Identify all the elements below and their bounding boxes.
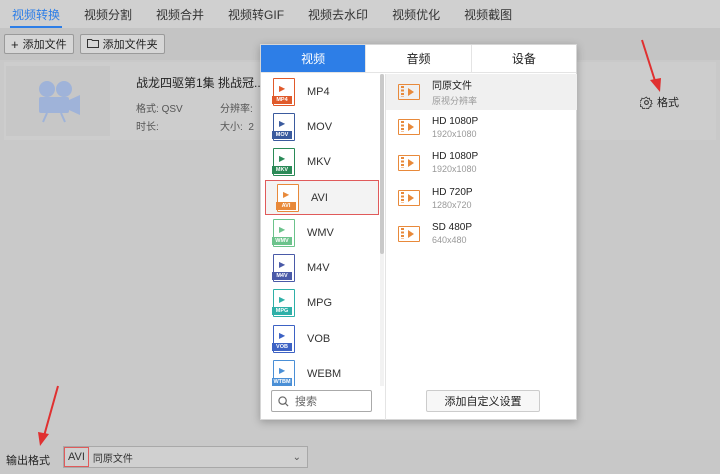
output-preset-value: 同原文件 xyxy=(92,453,133,465)
top-nav: 视频转换 视频分割 视频合并 视频转GIF 视频去水印 视频优化 视频截图 xyxy=(0,0,720,28)
format-label: VOB xyxy=(307,332,331,345)
tab-4[interactable]: 视频去水印 xyxy=(296,0,380,28)
format-label: WMV xyxy=(307,226,334,239)
file-format-icon: ▶ WMV xyxy=(272,218,295,247)
preset-item[interactable]: HD 1080P 1920x1080 xyxy=(386,145,577,181)
folder-icon xyxy=(86,38,99,51)
format-item[interactable]: ▶ MP4 MP4 xyxy=(261,74,383,109)
file-resolution-meta: 分辨率: xyxy=(220,104,253,115)
format-tag: WMV xyxy=(272,236,292,245)
output-format-value: AVI xyxy=(64,447,89,467)
format-settings-button[interactable]: 格式 xyxy=(640,94,679,110)
video-file-icon xyxy=(398,83,420,100)
preset-title: HD 1080P xyxy=(432,115,479,127)
chevron-down-icon: ⌄ xyxy=(292,452,301,463)
preset-subtitle: 原视分辨率 xyxy=(432,95,478,106)
file-format-icon: ▶ M4V xyxy=(272,254,295,283)
format-item[interactable]: ▶ M4V M4V xyxy=(261,250,383,285)
tab-1[interactable]: 视频分割 xyxy=(72,0,144,28)
format-tag: VOB xyxy=(272,342,292,351)
format-label: M4V xyxy=(307,262,330,275)
preset-title: HD 1080P xyxy=(432,151,479,163)
preset-subtitle: 1920x1080 xyxy=(432,128,477,139)
format-item[interactable]: ▶ AVI AVI xyxy=(265,179,379,216)
popup-tabs: 视频 音频 设备 xyxy=(261,45,576,73)
format-item[interactable]: ▶ MKV MKV xyxy=(261,145,383,180)
format-tag: AVI xyxy=(276,201,296,210)
search-placeholder: 搜索 xyxy=(295,396,317,408)
video-camera-icon xyxy=(39,81,80,123)
preset-list: 同原文件 原视分辨率 HD 1080P 1920x1080 HD 1080P 1920x1… xyxy=(386,74,577,252)
file-format-icon: ▶ AVI xyxy=(276,183,299,212)
file-format-icon: ▶ WTBM xyxy=(272,360,295,386)
tab-0[interactable]: 视频转换 xyxy=(0,0,72,28)
format-item[interactable]: ▶ MOV MOV xyxy=(261,109,383,144)
format-label: MOV xyxy=(307,120,333,133)
bottom-bar: 输出格式 AVI 同原文件 ⌄ xyxy=(0,440,720,474)
add-file-button[interactable]: + 添加文件 xyxy=(4,34,74,54)
format-label: MKV xyxy=(307,156,331,169)
format-tag: WTBM xyxy=(272,378,292,386)
format-tag: M4V xyxy=(272,272,292,281)
format-item[interactable]: ▶ MPG MPG xyxy=(261,286,383,321)
file-format-meta: 格式: QSV xyxy=(136,104,183,115)
format-list-scrollbar[interactable] xyxy=(380,74,384,386)
format-item[interactable]: ▶ VOB VOB xyxy=(261,321,383,356)
video-file-icon xyxy=(398,225,420,242)
format-list: ▶ MP4 MP4 ▶ MOV MOV ▶ MKV MKV ▶ AVI AVI ▶ WMV WMV ▶ M4V M… xyxy=(261,74,383,386)
format-item[interactable]: ▶ WMV WMV xyxy=(261,215,383,250)
file-format-icon: ▶ MOV xyxy=(272,112,295,141)
add-file-label: 添加文件 xyxy=(22,39,67,51)
file-format-icon: ▶ MP4 xyxy=(272,77,295,106)
preset-item[interactable]: 同原文件 原视分辨率 xyxy=(386,74,577,110)
plus-icon: + xyxy=(11,36,19,52)
format-label: AVI xyxy=(311,191,328,204)
file-format-icon: ▶ MKV xyxy=(272,148,295,177)
preset-title: 同原文件 xyxy=(432,80,472,92)
format-popup: 视频 音频 设备 ▶ MP4 MP4 ▶ MOV MOV ▶ MKV MKV ▶ AVI AVI ▶ WMV W… xyxy=(260,44,577,420)
preset-subtitle: 1920x1080 xyxy=(432,164,477,175)
file-format-icon: ▶ VOB xyxy=(272,324,295,353)
preset-title: SD 480P xyxy=(432,222,473,234)
search-input[interactable]: 搜索 xyxy=(271,390,372,412)
tab-6[interactable]: 视频截图 xyxy=(452,0,524,28)
tab-2[interactable]: 视频合并 xyxy=(144,0,216,28)
tab-3[interactable]: 视频转GIF xyxy=(216,0,296,28)
video-thumbnail xyxy=(6,66,110,136)
popup-tab-1[interactable]: 音频 xyxy=(366,45,472,72)
format-tag: MKV xyxy=(272,166,292,175)
format-tag: MOV xyxy=(272,130,292,139)
preset-item[interactable]: HD 720P 1280x720 xyxy=(386,181,577,217)
popup-tab-2[interactable]: 设备 xyxy=(472,45,576,72)
format-tag: MP4 xyxy=(272,95,292,104)
format-tag: MPG xyxy=(272,307,292,316)
format-button-label: 格式 xyxy=(657,97,679,109)
add-folder-button[interactable]: 添加文件夹 xyxy=(79,34,165,54)
popup-tab-0[interactable]: 视频 xyxy=(261,45,367,72)
gear-icon xyxy=(640,96,653,109)
format-label: MPG xyxy=(307,297,333,310)
video-file-icon xyxy=(398,154,420,171)
file-name: 战龙四驱第1集 挑战冠...P... xyxy=(136,76,281,90)
preset-item[interactable]: SD 480P 640x480 xyxy=(386,216,577,252)
add-custom-setting-button[interactable]: 添加自定义设置 xyxy=(426,390,540,412)
preset-title: HD 720P xyxy=(432,186,473,198)
format-label: MP4 xyxy=(307,85,330,98)
tab-5[interactable]: 视频优化 xyxy=(380,0,452,28)
video-file-icon xyxy=(398,119,420,136)
format-item[interactable]: ▶ WTBM WEBM xyxy=(261,356,383,386)
add-folder-label: 添加文件夹 xyxy=(102,39,158,51)
preset-item[interactable]: HD 1080P 1920x1080 xyxy=(386,110,577,146)
output-format-label: 输出格式 xyxy=(6,455,50,467)
output-format-select[interactable]: AVI 同原文件 ⌄ xyxy=(63,446,308,468)
video-file-icon xyxy=(398,190,420,207)
file-size-meta: 大小: 2 xyxy=(220,122,254,133)
file-format-icon: ▶ MPG xyxy=(272,289,295,318)
format-label: WEBM xyxy=(307,368,342,381)
preset-subtitle: 640x480 xyxy=(432,235,467,246)
file-duration-meta: 时长: xyxy=(136,122,159,133)
preset-subtitle: 1280x720 xyxy=(432,199,472,210)
search-icon xyxy=(278,395,289,407)
